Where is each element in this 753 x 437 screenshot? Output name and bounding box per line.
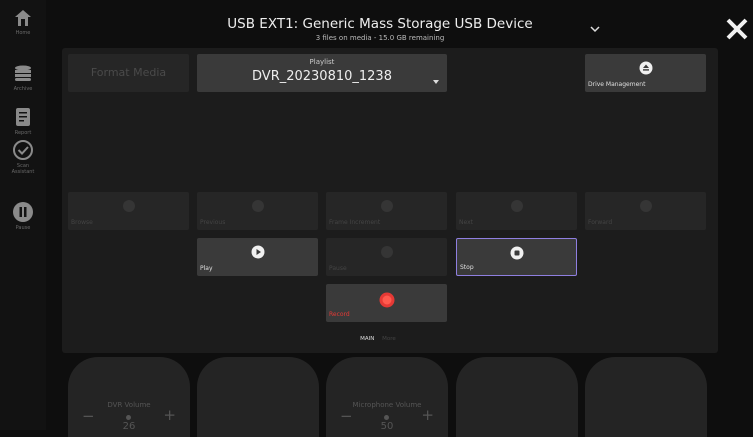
dvr-volume-knob[interactable]: DVR Volume − + 26 [68, 357, 190, 437]
archive-icon [15, 65, 31, 81]
device-status: 3 files on media - 15.0 GB remaining [315, 34, 445, 42]
drive-management-button[interactable]: Drive Management [585, 54, 706, 92]
close-icon[interactable] [725, 17, 749, 41]
check-circle-icon [13, 140, 33, 160]
playlist-select[interactable]: Playlist DVR_20230810_1238 [197, 54, 447, 92]
pause-button[interactable]: Pause [326, 238, 447, 276]
chevron-down-icon [433, 80, 439, 84]
pause-icon [380, 246, 393, 258]
playlist-value: DVR_20230810_1238 [252, 69, 392, 84]
pause-label: Pause [329, 265, 347, 272]
knob-value: 26 [122, 421, 136, 432]
stop-label: Stop [460, 264, 474, 271]
frame-increment-button[interactable]: Frame Increment [326, 192, 447, 230]
drive-management-label: Drive Management [588, 81, 646, 88]
panel-tabs: MAIN More [300, 336, 456, 342]
previous-icon [251, 200, 264, 212]
play-button[interactable]: Play [197, 238, 318, 276]
empty-knob [197, 357, 319, 437]
frame-increment-label: Frame Increment [329, 219, 381, 226]
play-label: Play [200, 265, 213, 272]
browse-label: Browse [71, 219, 93, 226]
record-icon [379, 292, 394, 308]
eject-icon [639, 61, 652, 75]
sidebar-item-pause[interactable]: Pause [0, 201, 46, 231]
format-media-label: Format Media [90, 66, 167, 79]
chevron-down-icon[interactable] [590, 26, 600, 33]
sidebar-item-home[interactable]: Home [0, 8, 46, 36]
sidebar-item-label: Pause [15, 225, 31, 231]
empty-knob [456, 357, 578, 437]
play-icon [251, 245, 264, 259]
browse-icon [122, 200, 135, 212]
previous-label: Previous [200, 219, 226, 226]
record-button[interactable]: Record [326, 284, 447, 322]
stop-icon [510, 246, 523, 260]
tab-main[interactable]: MAIN [360, 336, 374, 342]
knob-indicator [126, 415, 131, 420]
empty-knob [585, 357, 707, 437]
sidebar-item-label: Report [14, 130, 32, 136]
previous-button[interactable]: Previous [197, 192, 318, 230]
next-button[interactable]: Next [456, 192, 577, 230]
record-label: Record [329, 311, 350, 318]
pause-icon [13, 202, 33, 222]
knob-value: 50 [380, 421, 394, 432]
home-icon [15, 10, 31, 26]
browse-button[interactable]: Browse [68, 192, 189, 230]
sidebar: Home Archive Report Scan Assistant Pause [0, 0, 46, 430]
sidebar-item-label: Home [15, 30, 31, 36]
forward-button[interactable]: Forward [585, 192, 706, 230]
sidebar-item-label: Archive [13, 86, 33, 92]
microphone-volume-knob[interactable]: Microphone Volume − + 50 [326, 357, 448, 437]
next-label: Next [459, 219, 473, 226]
forward-icon [639, 200, 652, 212]
format-media-button[interactable]: Format Media [68, 54, 189, 92]
sidebar-item-scan-assistant[interactable]: Scan Assistant [0, 139, 46, 175]
tab-more[interactable]: More [382, 336, 396, 342]
knob-indicator [384, 415, 389, 420]
sidebar-item-report[interactable]: Report [0, 106, 46, 136]
device-title: USB EXT1: Generic Mass Storage USB Devic… [227, 16, 533, 32]
report-icon [16, 108, 30, 126]
next-icon [510, 200, 523, 212]
sidebar-item-archive[interactable]: Archive [0, 64, 46, 92]
frame-increment-icon [380, 200, 393, 212]
forward-label: Forward [588, 219, 613, 226]
playlist-label: Playlist [309, 58, 335, 66]
sidebar-item-label: Scan Assistant [11, 163, 35, 175]
stop-button[interactable]: Stop [456, 238, 577, 276]
